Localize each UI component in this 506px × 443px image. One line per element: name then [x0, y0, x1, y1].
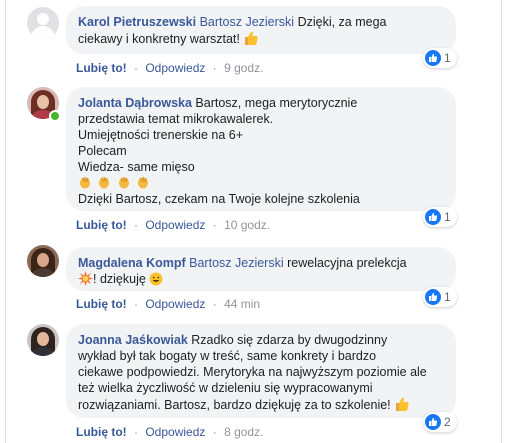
- comment-author[interactable]: Joanna Jaśkowiak: [78, 333, 188, 347]
- like-button[interactable]: Lubię to!: [76, 297, 127, 311]
- timestamp[interactable]: 44 min: [224, 297, 260, 311]
- comment-bubble: Magdalena Kompf Bartosz Jezierski rewela…: [66, 247, 456, 291]
- clapping-hands-emoji-icon: [118, 176, 129, 189]
- separator: ·: [212, 218, 217, 232]
- comment-author[interactable]: Magdalena Kompf: [78, 256, 186, 270]
- comment-text: przedstawia temat mikrokawalerek.: [78, 112, 274, 126]
- separator: ·: [134, 425, 138, 439]
- reaction-summary[interactable]: 1: [423, 48, 457, 68]
- reaction-count: 1: [444, 51, 451, 65]
- comment-bubble: Karol Pietruszewski Bartosz Jezierski Dz…: [66, 6, 456, 54]
- like-reaction-icon: [425, 50, 441, 66]
- reaction-summary[interactable]: 2: [423, 412, 457, 432]
- thumbs-up-emoji-icon: [396, 397, 409, 411]
- separator: ·: [212, 297, 217, 311]
- like-button[interactable]: Lubię to!: [76, 218, 127, 232]
- separator: ·: [212, 61, 217, 75]
- comment-bubble: Jolanta Dąbrowska Bartosz, mega merytory…: [66, 87, 456, 211]
- separator: ·: [134, 297, 138, 311]
- comment-text: rozwiązaniami. Bartosz, bardzo dziękuję …: [78, 398, 391, 412]
- reaction-summary[interactable]: 1: [423, 207, 457, 227]
- comment-text: Dzięki, za mega: [297, 15, 387, 29]
- like-button[interactable]: Lubię to!: [76, 425, 127, 439]
- avatar[interactable]: [27, 245, 59, 277]
- reaction-count: 1: [444, 290, 451, 304]
- like-reaction-icon: [425, 289, 441, 305]
- clapping-hands-emoji-icon: [99, 176, 110, 189]
- timestamp[interactable]: 8 godz.: [224, 425, 263, 439]
- comment-author[interactable]: Jolanta Dąbrowska: [78, 96, 192, 110]
- timestamp[interactable]: 10 godz.: [224, 218, 270, 232]
- like-button[interactable]: Lubię to!: [76, 61, 127, 75]
- comment-text: Umiejętności trenerskie na 6+: [78, 128, 244, 142]
- comment-text: ciekawe podpowiedzi. Merytoryka na najwy…: [78, 365, 427, 379]
- online-status-indicator: [49, 110, 61, 122]
- reply-button[interactable]: Odpowiedz: [145, 425, 205, 439]
- clapping-hands-emoji-icon: [80, 176, 90, 189]
- reaction-count: 2: [444, 415, 451, 429]
- reply-button[interactable]: Odpowiedz: [145, 218, 205, 232]
- comment-text: Dzięki Bartosz, czekam na Twoje kolejne …: [78, 192, 360, 206]
- separator: ·: [212, 425, 217, 439]
- reply-button[interactable]: Odpowiedz: [145, 297, 205, 311]
- comment-text: wykład był tak bogaty w treść, same konk…: [78, 349, 377, 363]
- comment-text: Bartosz, mega merytorycznie: [195, 96, 358, 110]
- comment-text: Rzadko się zdarza by dwugodzinny: [191, 333, 388, 347]
- comment-text: Wiedza- same mięso: [78, 160, 195, 174]
- comment-actions: Lubię to! · Odpowiedz · 10 godz.: [76, 218, 270, 232]
- comment-text: ciekawy i konkretny warsztat!: [78, 32, 240, 46]
- separator: ·: [134, 218, 138, 232]
- like-reaction-icon: [425, 209, 441, 225]
- thumbs-up-emoji-icon: [245, 31, 258, 45]
- comment-actions: Lubię to! · Odpowiedz · 44 min: [76, 297, 260, 311]
- reaction-summary[interactable]: 1: [423, 287, 457, 307]
- comment-text: Polecam: [78, 144, 127, 158]
- avatar[interactable]: [27, 324, 59, 356]
- comment-actions: Lubię to! · Odpowiedz · 8 godz.: [76, 425, 263, 439]
- comment-bubble: Joanna Jaśkowiak Rzadko się zdarza by dw…: [66, 324, 456, 418]
- mention-link[interactable]: Bartosz Jezierski: [189, 256, 283, 270]
- collision-emoji-icon: [78, 271, 93, 286]
- smiling-face-emoji-icon: [149, 272, 163, 286]
- reaction-count: 1: [444, 210, 451, 224]
- timestamp[interactable]: 9 godz.: [224, 61, 263, 75]
- clapping-emojis: [78, 175, 444, 191]
- comment-actions: Lubię to! · Odpowiedz · 9 godz.: [76, 61, 263, 75]
- comment-author[interactable]: Karol Pietruszewski: [78, 15, 196, 29]
- comment-text: ! dziękuję: [93, 272, 146, 286]
- reply-button[interactable]: Odpowiedz: [145, 61, 205, 75]
- mention-link[interactable]: Bartosz Jezierski: [200, 15, 294, 29]
- like-reaction-icon: [425, 414, 441, 430]
- separator: ·: [134, 61, 138, 75]
- comment-text: rewelacyjna prelekcja: [287, 256, 407, 270]
- avatar[interactable]: [27, 7, 59, 39]
- clapping-hands-emoji-icon: [138, 176, 149, 189]
- comment-text: też wielka życzliwość w dzieleniu się wy…: [78, 381, 373, 395]
